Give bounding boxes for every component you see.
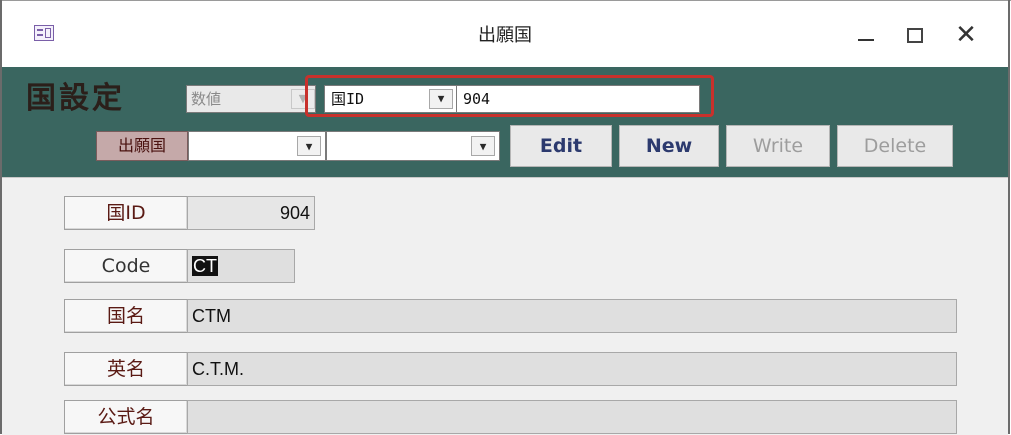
minimize-icon (858, 39, 874, 41)
code-label: Code (64, 249, 188, 283)
country-id-field[interactable]: 904 (187, 196, 315, 230)
country-label: 出願国 (96, 131, 188, 161)
filter-type-value: 数値 (191, 90, 222, 108)
delete-button[interactable]: Delete (837, 125, 953, 167)
country-id-label: 国ID (64, 196, 188, 230)
code-value: CT (192, 256, 218, 276)
new-button[interactable]: New (619, 125, 719, 167)
write-button[interactable]: Write (726, 125, 830, 167)
official-name-label: 公式名 (64, 400, 188, 434)
close-button[interactable]: ✕ (946, 15, 986, 55)
window-border (1008, 0, 1010, 434)
maximize-button[interactable] (895, 15, 935, 55)
chevron-down-icon[interactable]: ▼ (297, 136, 321, 156)
country-combo-1[interactable]: ▼ (188, 131, 326, 161)
close-icon: ✕ (955, 20, 977, 50)
code-field[interactable]: CT (187, 249, 295, 283)
name-label: 国名 (64, 299, 188, 333)
official-name-field[interactable] (187, 400, 957, 434)
title-bar: 出願国 ✕ (2, 1, 1008, 67)
english-name-label: 英名 (64, 352, 188, 386)
minimize-button[interactable] (846, 15, 886, 55)
filter-type-combo[interactable]: 数値 ▼ (186, 85, 316, 113)
maximize-icon (907, 27, 923, 43)
name-field[interactable]: CTM (187, 299, 957, 333)
english-name-field[interactable]: C.T.M. (187, 352, 957, 386)
app-window: 出願国 ✕ 国設定 数値 ▼ 国ID ▼ 904 出願国 ▼ ▼ Edit Ne… (0, 0, 1011, 435)
form-title: 国設定 (26, 81, 125, 116)
chevron-down-icon[interactable]: ▼ (471, 136, 495, 156)
country-combo-2[interactable]: ▼ (326, 131, 500, 161)
highlight-frame (305, 75, 714, 117)
edit-button[interactable]: Edit (510, 125, 612, 167)
